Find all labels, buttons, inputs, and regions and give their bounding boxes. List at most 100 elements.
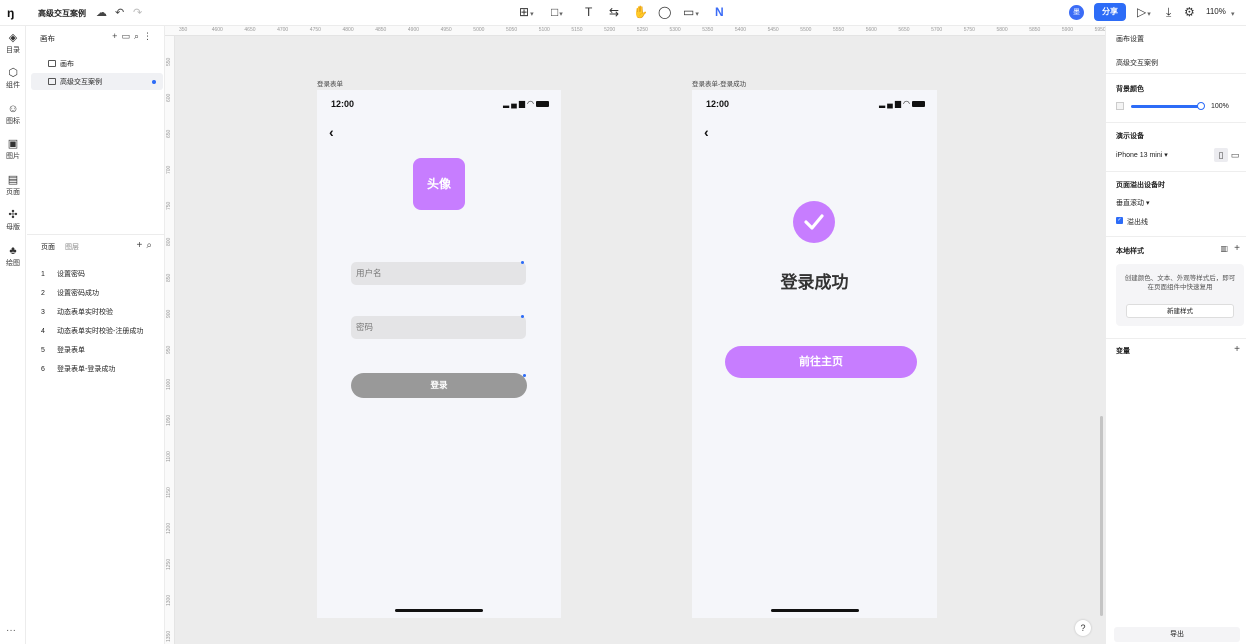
user-avatar[interactable]: 墨 [1069,5,1084,20]
page-item[interactable]: 3 动态表单实时校验 [41,307,113,317]
page-actions: +⌕ [137,240,156,251]
search-icon[interactable]: ⌕ [134,31,143,41]
bg-color-swatch[interactable] [1116,102,1124,110]
rail-label: 图标 [6,118,20,125]
canvas-item-selected[interactable]: 高级交互案例 [31,73,163,90]
annotation-tool[interactable]: ▭▾ [683,5,699,22]
text-tool[interactable]: T [585,5,592,19]
rail-item-catalog[interactable]: ◈ 目录 [0,32,26,55]
page-number: 2 [41,290,45,297]
page-layer-tabs: 页面 图层 [41,242,79,252]
ruler-tick-label: 5550 [833,27,845,33]
share-button[interactable]: 分享 [1094,3,1126,21]
styles-description: 创建颜色、文本、外观等样式后，即可在页面组件中快速复用 [1124,275,1236,291]
settings-button[interactable]: ⚙ [1184,5,1195,19]
tab-layers[interactable]: 图层 [65,244,79,251]
canvas-scrollbar[interactable] [1100,416,1103,616]
canvas-item[interactable]: 画布 [31,55,163,72]
page-item[interactable]: 2 设置密码成功 [41,288,99,298]
insert-frame-tool[interactable]: ⊞▾ [519,5,534,22]
ruler-tick-label: 900 [166,309,172,318]
chevron-down-icon: ▾ [1147,11,1151,18]
rail-item-icons[interactable]: ☺ 图标 [0,103,26,126]
document-title[interactable]: 高级交互案例 [38,8,86,19]
add-style-icon[interactable]: + [1234,243,1240,254]
overflow-line-label: 溢出线 [1127,219,1148,226]
bg-opacity-slider[interactable] [1131,105,1201,108]
go-home-button[interactable]: 前往主页 [725,346,917,378]
export-button[interactable]: 导出 [1114,627,1240,642]
add-variable-icon[interactable]: + [1234,344,1240,355]
portrait-icon[interactable]: ▯ [1214,148,1228,162]
signal-icon: ▂▄▆ [503,99,528,108]
frame-label-success[interactable]: 登录表单-登录成功 [692,78,746,88]
redo-icon[interactable]: ↷ [133,6,142,20]
page-item[interactable]: 1 设置密码 [41,269,85,279]
rail-item-components[interactable]: ⬡ 组件 [0,67,26,90]
chevron-down-icon: ▾ [1164,152,1168,159]
canvas-item-label: 高级交互案例 [60,79,102,86]
bg-opacity-value[interactable]: 100% [1211,103,1229,110]
back-chevron-icon[interactable]: ‹ [704,124,709,140]
wifi-icon: ◠ [527,99,536,108]
password-input[interactable]: 密码 [351,316,526,339]
design-canvas[interactable]: 登录表单 12:00 ▂▄▆◠ ‹ 头像 用户名 密码 登录 登录表单-登录成功… [175,36,1105,644]
zoom-dropdown[interactable]: ▾ [1230,5,1235,22]
ruler-tick-label: 5750 [963,27,975,33]
cloud-sync-icon[interactable]: ☁ [96,6,107,20]
ruler-tick-label: 5200 [604,27,616,33]
avatar-placeholder[interactable]: 头像 [413,158,465,210]
add-page-icon[interactable]: + [137,240,147,251]
canvas-settings-title: 画布设置 [1116,36,1144,43]
help-button[interactable]: ? [1075,620,1091,636]
tab-pages[interactable]: 页面 [41,244,55,251]
new-style-button[interactable]: 新建样式 [1126,304,1234,318]
frame-label-login[interactable]: 登录表单 [317,78,343,88]
hand-tool[interactable]: ✋ [633,5,648,19]
overflow-select[interactable]: 垂直滚动 ▾ [1116,198,1149,208]
page-number: 5 [41,347,45,354]
annotation-icon: ▭ [683,5,695,19]
search-icon[interactable]: ⌕ [146,240,156,251]
rail-item-masters[interactable]: ✣ 母版 [0,209,26,232]
undo-icon[interactable]: ↶ [115,6,124,20]
overflow-label: 页面溢出设备时 [1116,182,1165,189]
folder-icon[interactable]: ▭ [121,31,134,41]
chevron-down-icon: ▾ [559,11,563,18]
rail-item-drawing[interactable]: ♣ 绘图 [0,245,26,268]
app-logo[interactable]: ŋ [7,6,14,20]
login-button[interactable]: 登录 [351,373,527,398]
rail-label: 母版 [6,224,20,231]
bg-opacity-knob[interactable] [1197,102,1205,110]
device-select-value: iPhone 13 mini [1116,152,1163,159]
canvas-name-field[interactable]: 高级交互案例 [1116,58,1158,68]
page-item[interactable]: 6 登录表单-登录成功 [41,364,115,374]
success-check-circle [793,201,835,243]
battery-icon [536,100,549,107]
connector-tool[interactable]: ⇆ [609,5,619,19]
landscape-icon[interactable]: ▭ [1228,148,1242,162]
phone-frame-success[interactable]: 12:00 ▂▄▆◠ ‹ 登录成功 前往主页 [692,90,937,618]
section-divider [1106,236,1246,237]
book-icon[interactable]: ▥ [1220,244,1228,253]
ruler-tick-label: 5600 [865,27,877,33]
device-select[interactable]: iPhone 13 mini ▾ [1116,151,1168,159]
rail-item-pages[interactable]: ▤ 页面 [0,174,26,197]
page-item[interactable]: 5 登录表单 [41,345,85,355]
back-chevron-icon[interactable]: ‹ [329,124,334,140]
more-vertical-icon[interactable]: ⋮ [143,31,156,41]
more-icon[interactable]: ··· [6,625,16,636]
page-item[interactable]: 4 动态表单实时校验-注册成功 [41,326,143,336]
download-button[interactable]: ⤓ [1166,5,1171,19]
username-input[interactable]: 用户名 [351,262,526,285]
ruler-tick-label: 5900 [1061,27,1074,33]
shape-tool[interactable]: □▾ [551,5,563,22]
preview-button[interactable]: ▷▾ [1137,5,1151,22]
ai-tool[interactable]: N [715,5,724,19]
ruler-tick-label: 1350 [166,630,172,642]
comment-tool[interactable]: ◯ [658,5,671,19]
overflow-line-checkbox[interactable]: ✓ [1116,217,1123,224]
zoom-level[interactable]: 110% [1206,7,1226,16]
rail-item-images[interactable]: ▣ 图片 [0,138,26,161]
phone-frame-login[interactable]: 12:00 ▂▄▆◠ ‹ 头像 用户名 密码 登录 [317,90,561,618]
